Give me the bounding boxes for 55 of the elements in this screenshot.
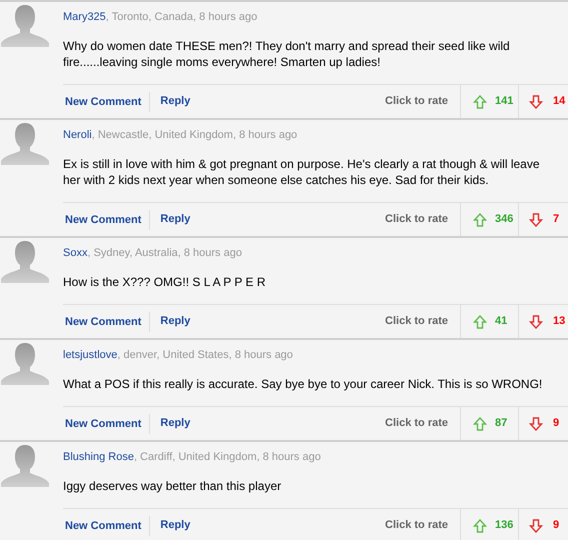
upvote-count: 141	[495, 94, 514, 110]
avatar-icon	[0, 121, 50, 165]
comment-text: Ex is still in love with him & got pregnant on purpose. He's clearly a rat though & will leave her with 2 kids next year when someone else catches his eye. Sad for their kids.	[63, 156, 541, 189]
thumbs-up-arrow-icon[interactable]	[473, 94, 487, 108]
downvote-count: 7	[553, 212, 560, 228]
author-link[interactable]: Mary325	[63, 11, 106, 23]
thumbs-down-arrow-icon[interactable]	[529, 314, 543, 328]
thumbs-down-arrow-icon[interactable]	[529, 416, 543, 430]
downvote-count: 9	[553, 416, 560, 432]
avatar-icon	[0, 239, 50, 283]
author-link[interactable]: Neroli	[63, 129, 92, 141]
thumbs-up-arrow-icon[interactable]	[473, 416, 487, 430]
reply-link[interactable]: Reply	[150, 93, 190, 110]
reply-link[interactable]: Reply	[150, 211, 190, 228]
avatar-icon	[0, 3, 50, 47]
rate-label: Click to rate	[385, 416, 449, 432]
avatar-icon	[0, 341, 50, 385]
comment-meta: , denver, United States, 8 hours ago	[117, 349, 293, 361]
thumbs-up-arrow-icon[interactable]	[473, 314, 487, 328]
new-comment-link[interactable]: New Comment	[63, 312, 150, 332]
rate-label: Click to rate	[385, 212, 449, 228]
comment-text: Why do women date THESE men?! They don't marry and spread their seed like wild fire......leaving single moms everywhere! Smarten up ladies!	[63, 38, 511, 71]
rate-label: Click to rate	[385, 94, 449, 110]
thumbs-down-arrow-icon[interactable]	[529, 518, 543, 532]
new-comment-link[interactable]: New Comment	[63, 414, 150, 434]
comment-meta: , Newcastle, United Kingdom, 8 hours ago	[92, 129, 298, 141]
reply-link[interactable]: Reply	[150, 313, 190, 330]
new-comment-link[interactable]: New Comment	[63, 92, 150, 112]
upvote-count: 87	[495, 416, 508, 432]
reply-link[interactable]: Reply	[150, 415, 190, 432]
reply-link[interactable]: Reply	[150, 517, 190, 534]
comment-meta: , Sydney, Australia, 8 hours ago	[87, 247, 242, 259]
thumbs-down-arrow-icon[interactable]	[529, 94, 543, 108]
comment-meta: , Toronto, Canada, 8 hours ago	[106, 11, 258, 23]
new-comment-link[interactable]: New Comment	[63, 516, 150, 536]
comment-text: How is the X??? OMG!! S L A P P E R	[63, 274, 267, 291]
upvote-count: 346	[495, 212, 514, 228]
thumbs-up-arrow-icon[interactable]	[473, 212, 487, 226]
upvote-count: 136	[495, 518, 514, 534]
downvote-count: 9	[553, 518, 560, 534]
downvote-count: 14	[553, 94, 566, 110]
thumbs-up-arrow-icon[interactable]	[473, 518, 487, 532]
comment-text: Iggy deserves way better than this player	[63, 478, 282, 495]
comment-meta: , Cardiff, United Kingdom, 8 hours ago	[134, 451, 321, 463]
rate-label: Click to rate	[385, 314, 449, 330]
author-link[interactable]: Blushing Rose	[63, 451, 134, 463]
author-link[interactable]: letsjustlove	[63, 349, 118, 361]
comment-text: What a POS if this really is accurate. Say bye bye to your career Nick. This is so WRONG!	[63, 376, 544, 393]
new-comment-link[interactable]: New Comment	[63, 210, 150, 230]
avatar-icon	[0, 443, 50, 487]
rate-label: Click to rate	[385, 518, 449, 534]
downvote-count: 13	[553, 314, 566, 330]
thumbs-down-arrow-icon[interactable]	[529, 212, 543, 226]
author-link[interactable]: Soxx	[63, 247, 88, 259]
upvote-count: 41	[495, 314, 508, 330]
